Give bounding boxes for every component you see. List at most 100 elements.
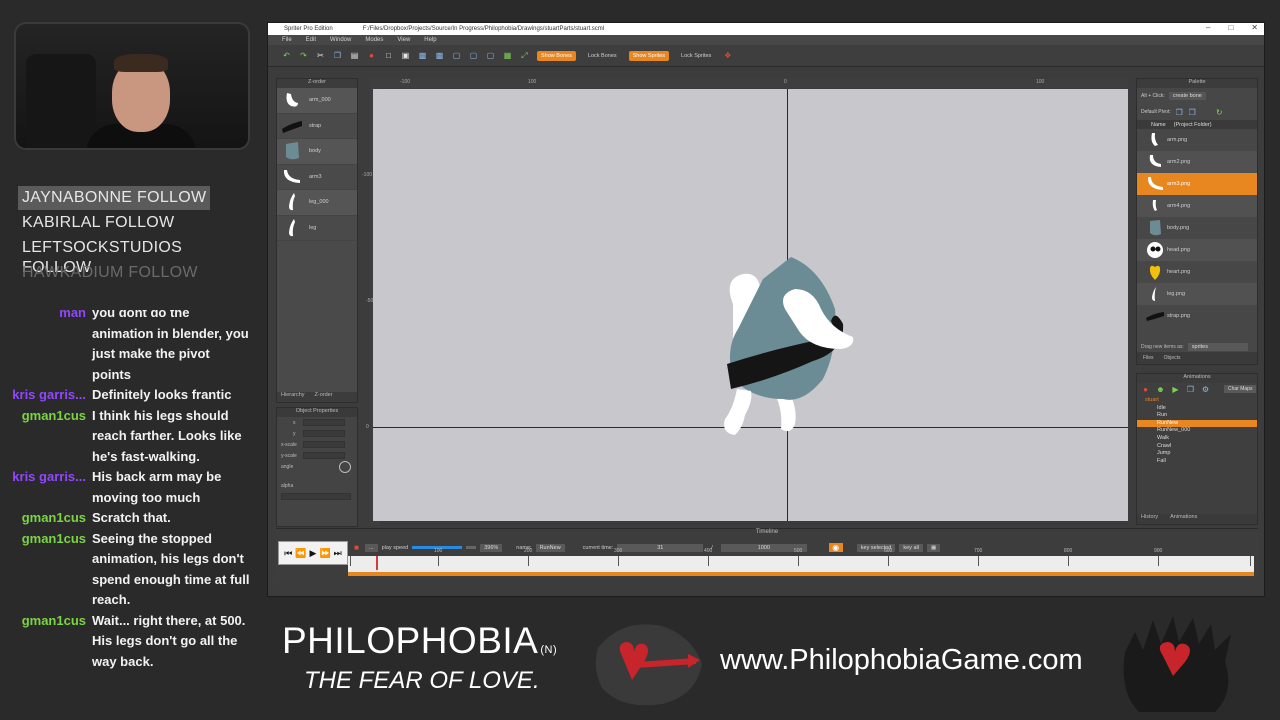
file-item[interactable]: arm.png [1137,129,1257,151]
grid-icon[interactable]: ▦ [503,51,512,60]
save-as-icon[interactable]: ▩ [435,51,444,60]
paste-icon[interactable]: ▤ [350,51,359,60]
window-icon[interactable]: ▢ [452,51,461,60]
drag-as-select[interactable]: sprites [1187,343,1248,351]
menu-window[interactable]: Window [330,37,351,43]
menu-modes[interactable]: Modes [365,37,383,43]
zorder-item[interactable]: arm_000 [277,88,357,114]
cut-icon[interactable]: ✂ [316,51,325,60]
keyframe-marker[interactable] [708,556,709,566]
first-frame-icon[interactable]: ⏮ [284,548,292,559]
keyframe-marker[interactable] [798,556,799,566]
file-item[interactable]: body.png [1137,217,1257,239]
minimize-icon[interactable]: – [1206,23,1210,32]
entity-stuart[interactable]: stuart [1137,397,1257,405]
zorder-item[interactable]: body [277,139,357,165]
tab-history[interactable]: History [1141,514,1158,524]
file-item-selected[interactable]: arm3.png [1137,173,1257,195]
keyframe-marker[interactable] [1250,556,1251,566]
menu-help[interactable]: Help [424,37,436,43]
open-folder-icon[interactable]: ▣ [401,51,410,60]
panel-icon[interactable]: ▢ [469,51,478,60]
play-speed-value[interactable]: 396% [480,543,503,552]
keyframe-marker[interactable] [618,556,619,566]
zorder-item[interactable]: leg [277,216,357,241]
play-icon[interactable]: ▶ [310,548,317,559]
maximize-icon[interactable]: □ [1228,23,1233,32]
current-time-field[interactable]: 31 [617,543,704,552]
animation-item[interactable]: RunNew_000 [1137,427,1257,435]
duplicate-animation-icon[interactable]: ❐ [1186,385,1195,394]
keyframe-marker[interactable] [1158,556,1159,566]
lock-bones-toggle[interactable]: Lock Bones [584,51,621,61]
record-icon[interactable]: ● [367,51,376,60]
animation-canvas[interactable] [373,89,1128,521]
refresh-icon[interactable]: ↻ [1215,108,1224,117]
menu-view[interactable]: View [397,37,410,43]
animation-name-field[interactable]: RunNew [535,543,565,552]
file-item[interactable]: strap.png [1137,305,1257,327]
last-frame-icon[interactable]: ⏭ [334,548,342,559]
copy-icon[interactable]: ❐ [333,51,342,60]
animation-item[interactable]: Crawl [1137,443,1257,451]
zorder-item[interactable]: leg_000 [277,190,357,216]
alpha-slider[interactable] [277,491,357,502]
pivot-copy-icon[interactable]: ❐ [1188,108,1197,117]
y-scale-field[interactable] [303,452,345,459]
new-file-icon[interactable]: □ [384,51,393,60]
alt-click-select[interactable]: create bone [1168,92,1206,100]
animation-item[interactable]: Walk [1137,435,1257,443]
animation-item[interactable]: Idle [1137,405,1257,413]
prev-key-icon[interactable]: ⏪ [295,548,306,559]
menu-file[interactable]: File [282,37,292,43]
char-maps-button[interactable]: Char Maps [1224,385,1257,393]
tab-hierarchy[interactable]: Hierarchy [281,392,305,402]
tab-objects[interactable]: Objects [1164,355,1181,361]
close-icon[interactable]: ✕ [1251,23,1258,32]
key-all-button[interactable]: key all [899,543,923,552]
keyframe-marker[interactable] [1068,556,1069,566]
layout-icon[interactable]: ▢ [486,51,495,60]
file-item[interactable]: arm4.png [1137,195,1257,217]
file-item[interactable]: head.png [1137,239,1257,261]
keyframe-marker[interactable] [978,556,979,566]
more-options-button[interactable]: ... [365,543,378,552]
animation-settings-icon[interactable]: ⚙ [1201,385,1210,394]
zorder-item[interactable]: strap [277,114,357,139]
y-field[interactable] [303,430,345,437]
keyframe-marker[interactable] [528,556,529,566]
fit-icon[interactable]: ⤢ [520,51,529,60]
save-icon[interactable]: ▩ [418,51,427,60]
timeline-track[interactable]: 100 200 300 400 500 600 700 800 900 [348,548,1254,576]
add-entity-icon[interactable]: ☻ [1156,385,1165,394]
undo-icon[interactable]: ↶ [282,51,291,60]
animation-item[interactable]: Fall [1137,458,1257,466]
file-item[interactable]: arm2.png [1137,151,1257,173]
x-field[interactable] [303,419,345,426]
animation-item[interactable]: Jump [1137,450,1257,458]
add-animation-icon[interactable]: ▶ [1171,385,1180,394]
angle-dial-icon[interactable] [339,460,351,473]
keyframe-icon[interactable]: ◉ [828,543,843,552]
timeline-settings-button[interactable]: ▦ [926,543,941,552]
delete-animation-icon[interactable]: ● [1141,385,1150,394]
tab-files[interactable]: Files [1143,355,1154,361]
show-sprites-toggle[interactable]: Show Sprites [628,50,670,61]
redo-icon[interactable]: ↷ [299,51,308,60]
keyframe-marker[interactable] [350,556,351,566]
next-key-icon[interactable]: ⏩ [319,548,330,559]
character-sprite[interactable] [703,239,863,439]
tab-animations[interactable]: Animations [1170,514,1197,524]
tab-zorder[interactable]: Z-order [315,392,333,402]
bone-tool-icon[interactable]: ❖ [723,51,732,60]
zorder-item[interactable]: arm3 [277,165,357,190]
animation-item-selected[interactable]: RunNew [1137,419,1257,428]
loop-toggle-icon[interactable]: ■ [352,543,361,552]
keyframe-marker[interactable] [438,556,439,566]
show-bones-toggle[interactable]: Show Bones [537,50,576,61]
menu-edit[interactable]: Edit [306,37,316,43]
pivot-icon[interactable]: ❐ [1175,108,1184,117]
file-item[interactable]: leg.png [1137,283,1257,305]
lock-sprites-toggle[interactable]: Lock Sprites [677,51,715,61]
x-scale-field[interactable] [303,441,345,448]
